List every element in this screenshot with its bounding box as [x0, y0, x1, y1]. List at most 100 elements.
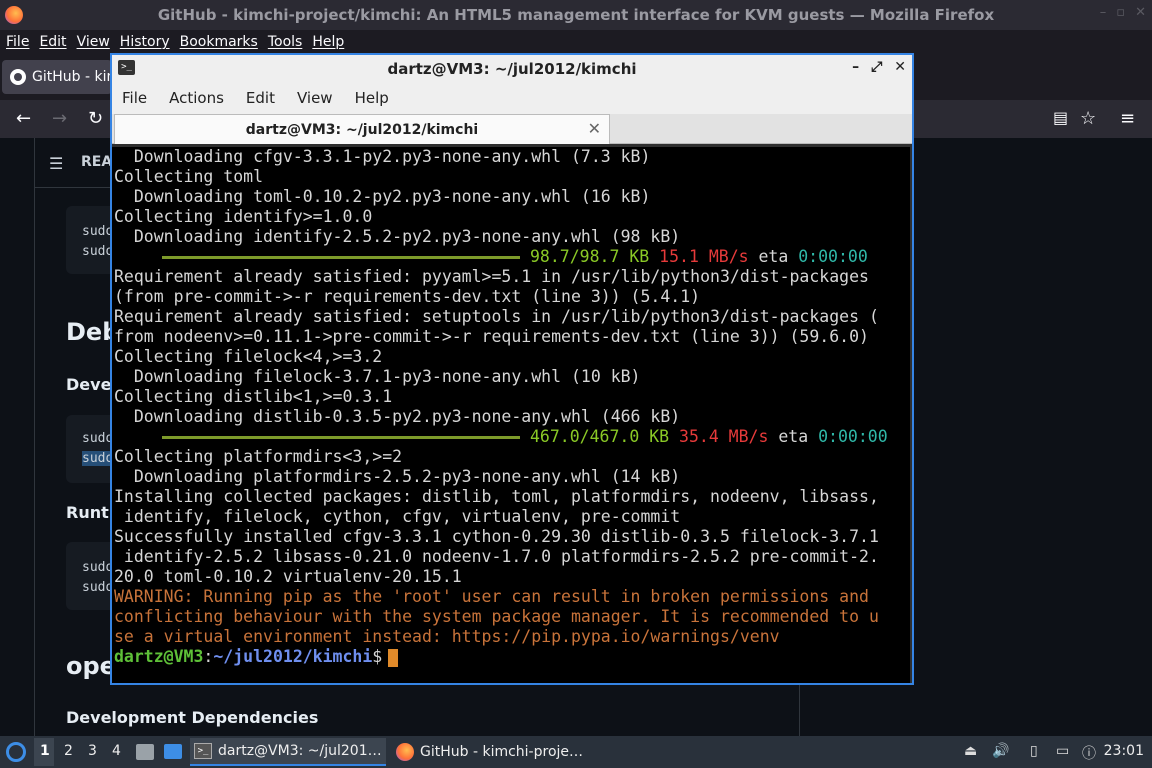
menu-help[interactable]: Help [312, 34, 344, 50]
terminal-line: Requirement already satisfied: setuptool… [114, 307, 879, 326]
progress-line: 467.0/467.0 KB 35.4 MB/s eta 0:00:00 [114, 427, 888, 447]
progress-bar [162, 256, 520, 259]
progress-speed: 15.1 MB/s [659, 247, 749, 266]
tab-github[interactable]: GitHub - kim [2, 60, 112, 94]
menu-history[interactable]: History [120, 34, 170, 50]
terminal-line: Collecting platformdirs<3,>=2 [114, 447, 403, 466]
terminal-window-title: dartz@VM3: ~/jul2012/kimchi [387, 59, 637, 78]
code-line: sudo [82, 431, 114, 446]
code-line: sudo [82, 560, 114, 575]
minimize-icon[interactable]: – [852, 59, 859, 75]
prompt-symbol: $ [372, 647, 383, 666]
show-desktop-icon[interactable] [164, 744, 182, 759]
menu-view[interactable]: View [77, 34, 110, 50]
terminal-line: Downloading identify-2.5.2-py2.py3-none-… [114, 227, 681, 246]
prompt-user: dartz@VM3 [114, 647, 204, 666]
menu-edit[interactable]: Edit [39, 34, 66, 50]
readme-label: REA [81, 154, 113, 170]
workspace-4[interactable]: 4 [112, 743, 121, 759]
file-manager-icon[interactable] [136, 744, 154, 760]
heading-development-dependencies: Development Dependencies [66, 708, 319, 727]
clock: 23:01 [1103, 743, 1144, 759]
back-arrow-icon[interactable]: ← [16, 108, 31, 129]
github-icon [10, 69, 26, 85]
firefox-icon [5, 6, 23, 24]
forward-arrow-icon[interactable]: → [52, 108, 67, 129]
terminal-menu-view[interactable]: View [297, 89, 333, 107]
terminal-window[interactable]: >_ dartz@VM3: ~/jul2012/kimchi – ⤢ ✕ Fil… [110, 53, 914, 685]
taskbar-task-terminal[interactable]: >_ dartz@VM3: ~/jul201… [190, 738, 386, 766]
terminal-tab-label: dartz@VM3: ~/jul2012/kimchi [245, 121, 479, 138]
warning-line: conflicting behaviour with the system pa… [114, 607, 879, 626]
close-icon[interactable]: ✕ [894, 59, 906, 75]
terminal-menu-help[interactable]: Help [355, 89, 389, 107]
progress-bar [162, 436, 520, 439]
close-tab-icon[interactable]: ✕ [588, 119, 601, 138]
progress-line: 98.7/98.7 KB 15.1 MB/s eta 0:00:00 [114, 247, 868, 267]
workspace-1[interactable]: 1 [40, 743, 50, 759]
menu-file[interactable]: File [6, 34, 29, 50]
reader-view-icon[interactable]: ▤ [1053, 108, 1068, 127]
progress-speed: 35.4 MB/s [679, 427, 769, 446]
progress-eta: 0:00:00 [798, 247, 868, 266]
progress-size: 98.7/98.7 KB [530, 247, 650, 266]
terminal-titlebar[interactable]: >_ dartz@VM3: ~/jul2012/kimchi – ⤢ ✕ [112, 55, 912, 82]
terminal-output[interactable]: Downloading cfgv-3.3.1-py2.py3-none-any.… [112, 147, 910, 683]
terminal-line: Downloading cfgv-3.3.1-py2.py3-none-any.… [114, 147, 651, 166]
notification-icon[interactable]: ⓘ [1082, 743, 1096, 763]
terminal-line: Downloading distlib-0.3.5-py2.py3-none-a… [114, 407, 681, 426]
terminal-line: identify-2.5.2 libsass-0.21.0 nodeenv-1.… [114, 547, 879, 566]
eject-icon[interactable]: ⏏ [964, 743, 977, 759]
warning-line: se a virtual environment instead: https:… [114, 627, 780, 646]
firefox-menubar: File Edit View History Bookmarks Tools H… [0, 30, 1152, 54]
text-cursor [388, 648, 399, 667]
workspace-3[interactable]: 3 [88, 743, 97, 759]
terminal-line: Downloading platformdirs-2.5.2-py3-none-… [114, 467, 681, 486]
firefox-window-controls[interactable]: – ▫ ✕ [1100, 5, 1146, 20]
heading-opensuse: ope [66, 652, 116, 680]
progress-eta: 0:00:00 [818, 427, 888, 446]
terminal-menubar: File Actions Edit View Help [112, 82, 912, 114]
progress-eta-label: eta [778, 427, 809, 446]
warning-line: WARNING: Running pip as the 'root' user … [114, 587, 869, 606]
terminal-line: Downloading filelock-3.7.1-py3-none-any.… [114, 367, 641, 386]
terminal-line: Downloading toml-0.10.2-py2.py3-none-any… [114, 187, 651, 206]
clipboard-icon[interactable]: ▯ [1030, 743, 1038, 759]
taskbar: 1 2 3 4 >_ dartz@VM3: ~/jul201… GitHub -… [0, 736, 1152, 768]
terminal-line: Installing collected packages: distlib, … [114, 487, 879, 506]
menu-tools[interactable]: Tools [268, 34, 303, 50]
terminal-tabstrip: dartz@VM3: ~/jul2012/kimchi ✕ [112, 114, 912, 144]
workspace-2[interactable]: 2 [64, 743, 73, 759]
shell-prompt[interactable]: dartz@VM3:~/jul2012/kimchi$ [114, 647, 399, 667]
prompt-separator: : [203, 647, 214, 666]
progress-size: 467.0/467.0 KB [530, 427, 670, 446]
close-icon[interactable]: ✕ [1135, 5, 1146, 20]
tab-github-label: GitHub - kim [32, 69, 112, 85]
terminal-line: 20.0 toml-0.10.2 virtualenv-20.15.1 [114, 567, 462, 586]
terminal-icon: >_ [118, 60, 135, 75]
table-of-contents-icon[interactable]: ☰ [49, 154, 63, 173]
maximize-icon[interactable]: ▫ [1116, 5, 1125, 20]
reload-icon[interactable]: ↻ [88, 108, 103, 129]
start-menu-icon[interactable] [6, 742, 26, 762]
terminal-line: identify, filelock, cython, cfgv, virtua… [114, 507, 681, 526]
minimize-icon[interactable]: – [1100, 5, 1107, 20]
hamburger-menu-icon[interactable]: ≡ [1120, 108, 1135, 129]
terminal-line: Requirement already satisfied: pyyaml>=5… [114, 267, 869, 286]
terminal-menu-file[interactable]: File [122, 89, 147, 107]
terminal-tab[interactable]: dartz@VM3: ~/jul2012/kimchi ✕ [114, 114, 610, 144]
terminal-window-controls: – ⤢ ✕ [852, 59, 906, 75]
volume-icon[interactable]: 🔊 [992, 743, 1009, 759]
terminal-menu-edit[interactable]: Edit [246, 89, 275, 107]
firefox-window-title: GitHub - kimchi-project/kimchi: An HTML5… [157, 6, 995, 24]
menu-bookmarks[interactable]: Bookmarks [180, 34, 258, 50]
code-line: sudo [82, 580, 114, 595]
taskbar-task-firefox[interactable]: GitHub - kimchi-proje… [392, 738, 592, 766]
terminal-line: Collecting distlib<1,>=0.3.1 [114, 387, 393, 406]
terminal-menu-actions[interactable]: Actions [169, 89, 224, 107]
maximize-icon[interactable]: ⤢ [871, 59, 882, 75]
taskbar-task-terminal-label: dartz@VM3: ~/jul201… [218, 743, 382, 759]
network-icon[interactable]: ▭ [1056, 743, 1069, 759]
prompt-path: ~/jul2012/kimchi [213, 647, 373, 666]
bookmark-star-icon[interactable]: ☆ [1080, 108, 1096, 129]
